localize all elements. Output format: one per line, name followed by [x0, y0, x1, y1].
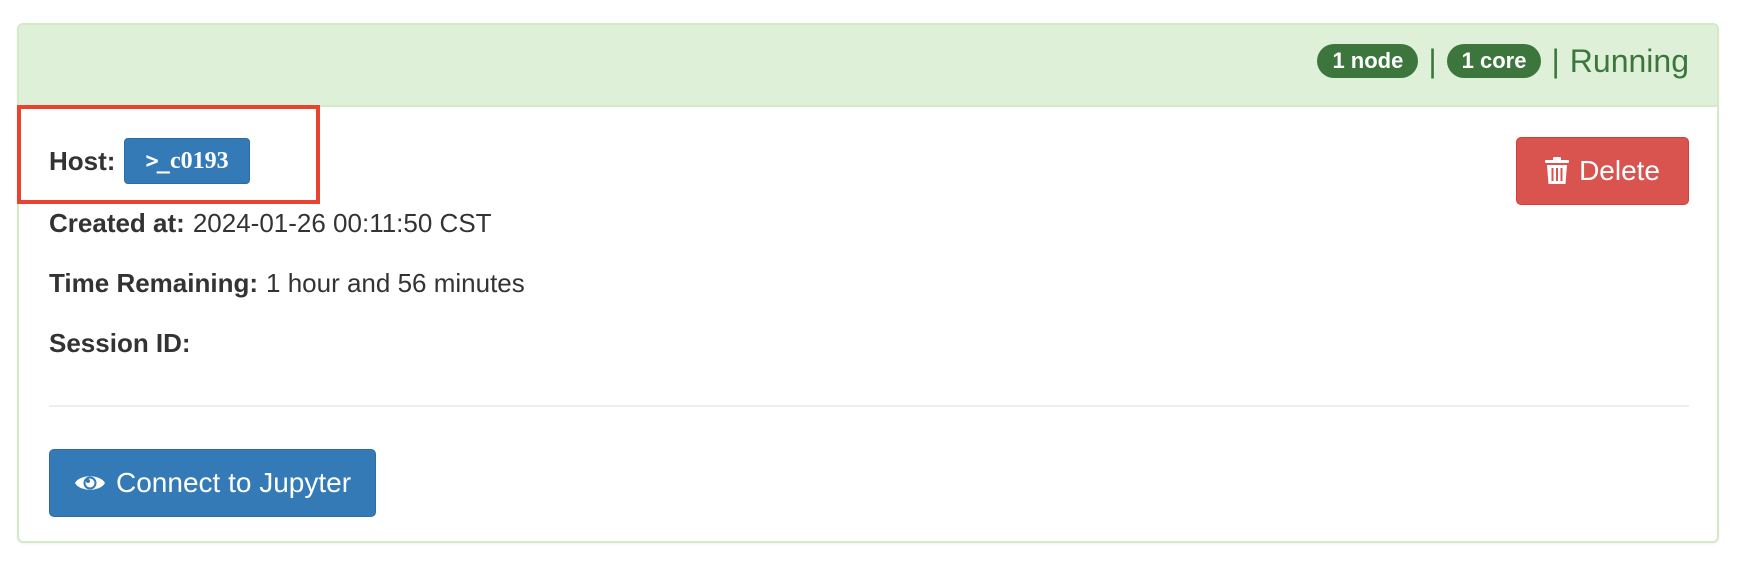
connect-to-jupyter-button[interactable]: Connect to Jupyter: [49, 449, 377, 517]
time-remaining-label: Time Remaining:: [49, 268, 259, 298]
connect-label: Connect to Jupyter: [116, 467, 352, 498]
session-id-row: Session ID:: [49, 328, 199, 359]
cores-badge: 1 core: [1446, 44, 1542, 78]
session-status-group: 1 node | 1 core | Running: [1317, 41, 1689, 81]
trash-icon: [1545, 157, 1570, 185]
host-name: c0193: [169, 147, 229, 174]
host-label: Host:: [49, 145, 116, 176]
time-remaining-row: Time Remaining: 1 hour and 56 minutes: [49, 268, 525, 299]
created-at-value: 2024-01-26 00:11:50 CST: [192, 208, 492, 238]
separator: |: [1428, 43, 1437, 79]
created-at-row: Created at: 2024-01-26 00:11:50 CST: [49, 208, 492, 239]
delete-label: Delete: [1579, 155, 1660, 186]
terminal-icon: >_: [145, 148, 169, 174]
host-row: Host: >_ c0193: [49, 138, 250, 184]
time-remaining-value: 1 hour and 56 minutes: [266, 268, 525, 298]
session-card-header: 1 node | 1 core | Running: [19, 25, 1717, 107]
host-ssh-button[interactable]: >_ c0193: [124, 138, 250, 184]
separator: |: [1551, 43, 1560, 79]
divider: [49, 405, 1689, 407]
eye-icon: [74, 472, 106, 494]
session-card: 1 node | 1 core | Running Host: >_ c0193…: [17, 23, 1719, 543]
session-id-label: Session ID:: [49, 328, 191, 358]
status-text: Running: [1569, 43, 1689, 79]
nodes-badge: 1 node: [1317, 44, 1419, 78]
delete-button[interactable]: Delete: [1516, 137, 1689, 205]
created-at-label: Created at:: [49, 208, 185, 238]
